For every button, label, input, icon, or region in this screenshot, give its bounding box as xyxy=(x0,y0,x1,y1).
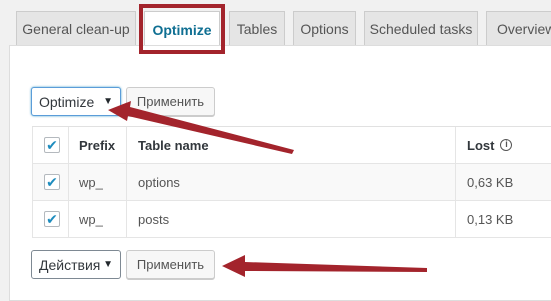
column-header-prefix[interactable]: Prefix xyxy=(79,127,115,163)
info-icon[interactable]: i xyxy=(500,139,513,151)
row-prefix: wp_ xyxy=(79,174,103,190)
tab-label: Options xyxy=(300,21,349,37)
apply-button-top[interactable]: Применить xyxy=(126,87,215,116)
row-prefix: wp_ xyxy=(79,211,103,227)
table-row: ✔ wp_ options 0,63 KB xyxy=(32,164,551,201)
select-all-checkbox[interactable]: ✔ xyxy=(44,127,60,163)
row-checkbox[interactable]: ✔ xyxy=(44,164,60,200)
tab-general-clean-up[interactable]: General clean-up xyxy=(16,11,136,46)
row-checkbox[interactable]: ✔ xyxy=(44,201,60,237)
row-table-name: posts xyxy=(138,211,170,227)
table-header-row: ✔ Prefix Table name Lost i xyxy=(32,127,551,164)
bulk-action-selected: Действия xyxy=(39,256,101,273)
row-table-name: options xyxy=(138,174,180,190)
tab-scheduled-tasks[interactable]: Scheduled tasks xyxy=(364,11,478,46)
row-lost: 0,13 KB xyxy=(467,211,514,227)
column-header-lost-label: Lost xyxy=(467,137,495,153)
bulk-action-select-bottom[interactable]: Действия ▼ xyxy=(31,250,121,279)
tables-list: ✔ Prefix Table name Lost i ✔ wp_ options… xyxy=(32,126,551,238)
tab-tables[interactable]: Tables xyxy=(229,11,285,46)
tab-label: Scheduled tasks xyxy=(369,21,473,37)
apply-button-bottom[interactable]: Применить xyxy=(126,250,215,279)
column-header-table-name[interactable]: Table name xyxy=(138,127,209,163)
tab-label: Overview xyxy=(497,21,551,37)
column-header-lost[interactable]: Lost i xyxy=(467,127,513,163)
tab-bar: General clean-up Optimize Tables Options… xyxy=(0,0,551,47)
bulk-action-selected: Optimize xyxy=(39,93,95,110)
chevron-down-icon: ▼ xyxy=(103,259,113,270)
tab-overview[interactable]: Overview xyxy=(486,11,551,46)
tab-label: Tables xyxy=(236,21,278,37)
table-row: ✔ wp_ posts 0,13 KB xyxy=(32,201,551,238)
tab-options[interactable]: Options xyxy=(293,11,356,46)
bulk-action-select-top[interactable]: Optimize ▼ xyxy=(31,87,121,116)
tab-label: General clean-up xyxy=(22,21,130,37)
row-lost: 0,63 KB xyxy=(467,174,514,190)
chevron-down-icon: ▼ xyxy=(103,96,113,107)
active-tab-highlight xyxy=(139,4,225,54)
